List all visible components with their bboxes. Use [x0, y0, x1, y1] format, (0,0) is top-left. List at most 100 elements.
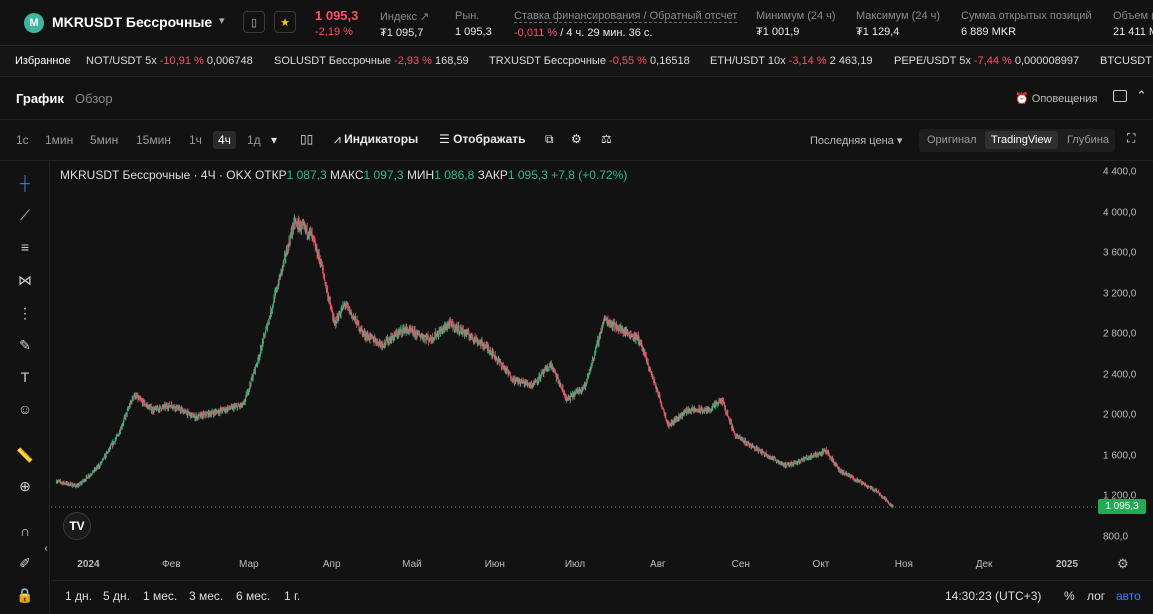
crosshair-icon[interactable]: ┼ — [14, 172, 36, 194]
tradingview-logo-icon[interactable]: TV — [63, 512, 91, 540]
display-button[interactable]: ☰ Отображать — [439, 132, 526, 146]
collapse-icon[interactable]: ⌃ — [1136, 88, 1147, 104]
external-link-icon[interactable]: ↗ — [420, 11, 429, 23]
price-type-select[interactable]: Последняя цена ▾ — [810, 134, 902, 147]
percent-toggle[interactable]: % — [1064, 589, 1075, 603]
indicators-button[interactable]: ⩘ Индикаторы — [334, 132, 418, 147]
fullscreen-icon[interactable]: ⛶ — [1127, 131, 1135, 146]
fib-icon[interactable]: ⋮ — [14, 302, 36, 324]
price-chart[interactable] — [51, 162, 1153, 552]
timeframe-more-chevron-icon[interactable]: ▾ — [271, 133, 277, 147]
emoji-icon[interactable]: ☺ — [14, 398, 36, 420]
brush-icon[interactable]: ✎ — [14, 334, 36, 356]
trendline-icon[interactable]: ⟋ — [14, 204, 36, 226]
collapse-left-icon[interactable]: ‹ — [42, 537, 50, 559]
book-icon[interactable]: ▯ — [243, 11, 265, 33]
ruler-icon[interactable]: 📏 — [14, 444, 36, 466]
ticker-item[interactable]: TRXUSDT Бессрочные -0,55 % 0,16518 — [489, 55, 690, 67]
tab-chart[interactable]: График — [16, 91, 64, 106]
range-1d[interactable]: 1 дн. — [65, 589, 92, 603]
range-5d[interactable]: 5 дн. — [103, 589, 130, 603]
view-depth[interactable]: Глубина — [1067, 134, 1109, 146]
y-tick-label: 2 000,0 — [1103, 409, 1137, 421]
range-3m[interactable]: 3 мес. — [189, 589, 223, 603]
gear-icon[interactable]: ⚙ — [571, 132, 582, 146]
view-tradingview[interactable]: TradingView — [985, 131, 1058, 149]
timeframe-4h[interactable]: 4ч — [213, 131, 236, 149]
chart-legend: MKRUSDT Бессрочные · 4Ч · OKX ОТКР1 087,… — [60, 168, 627, 182]
chart-toolbar: 1с 1мин 5мин 15мин 1ч 4ч 1д ▾ ▯▯ ⩘ Индик… — [0, 121, 1153, 161]
x-tick-label: Авг — [650, 559, 666, 570]
ticker-item[interactable]: PEPE/USDT 5x -7,44 % 0,000008997 — [894, 55, 1079, 67]
drawing-tools: ┼ ⟋ ≡ ⋈ ⋮ ✎ T ☺ 📏 ⊕ ∩ ✐ 🔒 ‹ — [0, 162, 50, 614]
legend-high-label: МАКС — [330, 168, 364, 182]
last-price-tag: 1 095,3 — [1098, 498, 1146, 514]
ticker-item[interactable]: SOLUSDT Бессрочные -2,93 % 168,59 — [274, 55, 469, 67]
range-1y[interactable]: 1 г. — [284, 589, 300, 603]
log-toggle[interactable]: лог — [1087, 589, 1105, 603]
time-axis[interactable]: 2024 Фев Мар Апр Май Июн Июл Авг Сен Окт Ноя Дек 202… — [51, 552, 1153, 578]
favorite-star-icon[interactable]: ★ — [274, 11, 296, 33]
range-1m[interactable]: 1 мес. — [143, 589, 177, 603]
x-tick-label: 2025 — [1055, 559, 1079, 570]
timeframe-5m[interactable]: 5мин — [90, 133, 118, 147]
favorites-ticker: Избранное NOT/USDT 5x -10,91 % 0,006748 … — [0, 47, 1153, 77]
magnet-icon[interactable]: ∩ — [14, 520, 36, 542]
stat-high-24h: Максимум (24 ч) ₮1 129,4 — [856, 10, 941, 38]
ticker-item[interactable]: ETH/USDT 10x -3,14 % 2 463,19 — [710, 55, 872, 67]
last-price: 1 095,3 — [315, 8, 359, 23]
pattern-icon[interactable]: ⋈ — [14, 269, 36, 291]
symbol-title[interactable]: MKRUSDT Бессрочные — [52, 14, 212, 30]
template-icon[interactable]: ⧉ — [545, 132, 554, 147]
axis-settings-gear-icon[interactable]: ⚙ — [1117, 556, 1129, 572]
x-tick-label: Апр — [322, 559, 341, 570]
favorites-title: Избранное — [15, 55, 71, 67]
legend-title: MKRUSDT Бессрочные · 4Ч · OKX — [60, 168, 252, 182]
timeframe-1h[interactable]: 1ч — [189, 133, 202, 147]
stat-open-interest: Сумма открытых позиций 6 889 MKR — [961, 10, 1092, 38]
stat-funding[interactable]: Ставка финансирования / Обратный отсчет … — [514, 10, 738, 39]
window-icon[interactable] — [1113, 90, 1127, 102]
legend-change: +7,8 (+0.72%) — [551, 168, 628, 182]
clock[interactable]: 14:30:23 (UTC+3) — [945, 589, 1041, 603]
range-6m[interactable]: 6 мес. — [236, 589, 270, 603]
y-tick-label: 800,0 — [1103, 531, 1129, 543]
text-icon[interactable]: T — [14, 366, 36, 388]
price-change: -2,19 % — [315, 26, 353, 38]
lock-drawing-icon[interactable]: ✐ — [14, 552, 36, 574]
lock-icon[interactable]: 🔒 — [14, 584, 36, 606]
horizontal-lines-icon[interactable]: ≡ — [14, 236, 36, 258]
x-tick-label: Фев — [162, 559, 181, 570]
legend-low: 1 086,8 — [434, 168, 475, 182]
candlestick-chart[interactable] — [51, 162, 1153, 552]
x-tick-label: Мар — [239, 559, 259, 570]
tab-overview[interactable]: Обзор — [75, 91, 113, 106]
zoom-icon[interactable]: ⊕ — [14, 475, 36, 497]
chevron-down-icon[interactable]: ▾ — [219, 14, 225, 27]
y-tick-label: 3 200,0 — [1103, 288, 1137, 300]
legend-high: 1 097,3 — [363, 168, 404, 182]
timeframe-1d[interactable]: 1д — [247, 133, 261, 147]
stat-index: Индекс ↗ ₮1 095,7 — [380, 11, 430, 39]
x-tick-label: Июл — [564, 559, 586, 570]
x-tick-label: Сен — [731, 559, 750, 570]
mkr-logo-icon: M — [24, 13, 44, 33]
y-tick-label: 1 600,0 — [1103, 450, 1137, 462]
legend-close-label: ЗАКР — [477, 168, 508, 182]
x-tick-label: Дек — [975, 559, 993, 570]
stat-volume: Объем (24 ч) 21 411 MKR — [1113, 10, 1153, 38]
scales-icon[interactable]: ⚖ — [601, 132, 612, 146]
alerts-button[interactable]: ⏰ Оповещения — [1015, 92, 1097, 105]
candle-type-icon[interactable]: ▯▯ — [300, 132, 313, 146]
timeframe-1m[interactable]: 1мин — [45, 133, 73, 147]
view-original[interactable]: Оригинал — [927, 134, 977, 146]
y-tick-label: 2 800,0 — [1103, 328, 1137, 340]
timeframe-1s[interactable]: 1с — [16, 133, 29, 147]
view-switch: Оригинал TradingView Глубина — [919, 129, 1115, 152]
timeframe-15m[interactable]: 15мин — [136, 133, 171, 147]
ticker-item[interactable]: NOT/USDT 5x -10,91 % 0,006748 — [86, 55, 253, 67]
auto-toggle[interactable]: авто — [1116, 589, 1141, 603]
indicators-icon: ⩘ — [334, 132, 341, 146]
x-tick-label: Ноя — [894, 559, 913, 570]
ticker-item[interactable]: BTCUSDT Бессрочные — [1100, 55, 1153, 67]
